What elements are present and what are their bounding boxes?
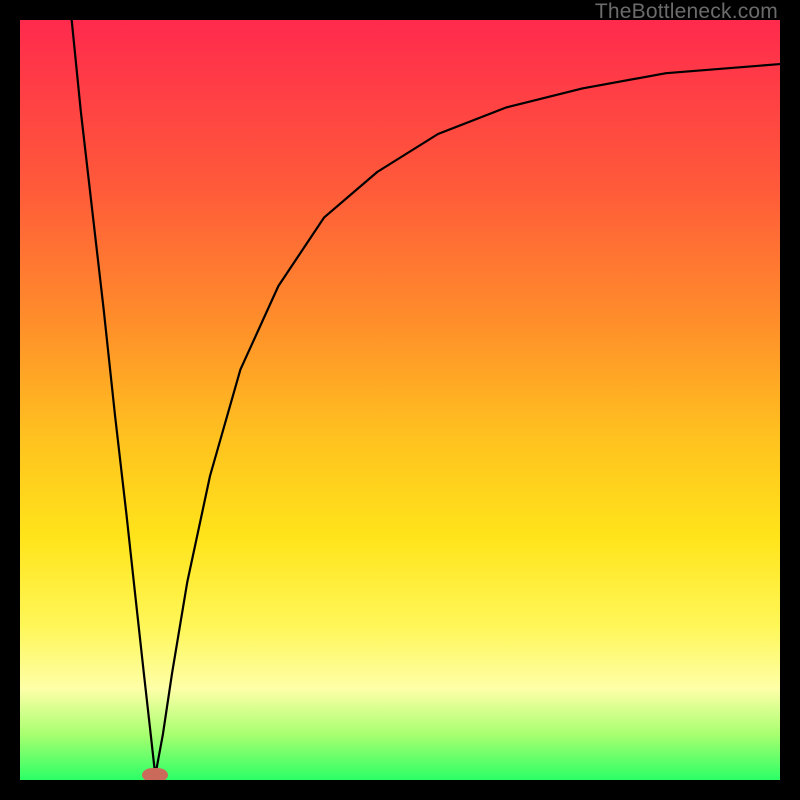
chart-frame: TheBottleneck.com	[0, 0, 800, 800]
plot-area	[20, 20, 780, 780]
watermark-text: TheBottleneck.com	[595, 0, 778, 24]
optimal-point-marker	[142, 768, 168, 780]
bottleneck-curve	[20, 20, 780, 780]
curve-path	[72, 20, 780, 775]
